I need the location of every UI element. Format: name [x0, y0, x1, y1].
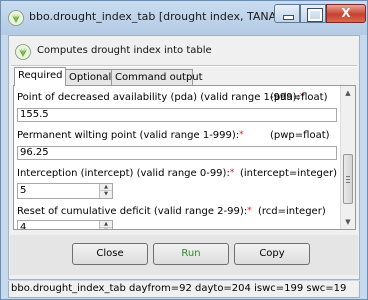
scroll-down-icon[interactable]: ▼	[341, 215, 355, 229]
grip-line	[346, 182, 350, 183]
vertical-scrollbar[interactable]: ▲ ▼	[340, 86, 355, 229]
rcd-type: (rcd=integer)	[258, 206, 326, 217]
intercept-type: (intercept=integer)	[240, 168, 337, 179]
minimize-icon	[283, 15, 294, 20]
rcd-label: Reset of cumulative deficit (valid range…	[17, 206, 252, 217]
copy-button[interactable]: Copy	[234, 243, 310, 265]
window-title: bbo.drought_index_tab [drought index, TA…	[29, 10, 287, 23]
spin-down-icon[interactable]: ▼	[99, 228, 112, 229]
pda-input[interactable]: 155.5	[17, 108, 337, 122]
maximize-icon	[308, 9, 322, 21]
button-bar: Close Run Copy	[10, 235, 358, 275]
pwp-input[interactable]: 96.25	[17, 146, 337, 160]
pda-label: Point of decreased availability (pda) (v…	[17, 92, 305, 103]
dialog-body: Computes drought index into table Requir…	[8, 35, 360, 280]
intercept-value: 5	[20, 185, 27, 196]
maximize-button[interactable]	[300, 4, 326, 23]
tab-command-output[interactable]: Command output	[111, 69, 203, 85]
module-description: Computes drought index into table	[37, 45, 212, 56]
spin-up-icon[interactable]: ▲	[99, 184, 112, 191]
status-bar: bbo.drought_index_tab dayfrom=92 dayto=2…	[8, 281, 360, 298]
scrollbar-thumb[interactable]	[343, 154, 353, 204]
tab-optional[interactable]: Optional	[65, 69, 112, 85]
pwp-label: Permanent wilting point (valid range 1-9…	[17, 130, 244, 141]
run-button[interactable]: Run	[153, 243, 229, 265]
spin-up-icon[interactable]: ▲	[99, 221, 112, 228]
grip-line	[346, 179, 350, 180]
required-mark: *	[229, 168, 235, 178]
grass-module-icon	[15, 44, 31, 60]
pwp-type: (pwp=float)	[270, 130, 330, 141]
tab-required[interactable]: Required	[14, 67, 66, 86]
app-window: bbo.drought_index_tab [drought index, TA…	[0, 0, 368, 300]
intercept-label: Interception (intercept) (valid range 0-…	[17, 168, 235, 179]
window-close-button[interactable]: X	[326, 4, 366, 23]
grass-app-icon	[8, 10, 24, 26]
rcd-value: 4	[20, 222, 27, 230]
title-bar[interactable]: bbo.drought_index_tab [drought index, TA…	[1, 1, 367, 35]
required-mark: *	[239, 130, 244, 140]
minimize-button[interactable]	[274, 4, 300, 23]
rcd-spinbox[interactable]: 4 ▲ ▼	[17, 220, 113, 230]
close-icon: X	[341, 6, 351, 20]
close-button[interactable]: Close	[72, 243, 148, 265]
pda-type: (pda=float)	[270, 92, 328, 103]
grip-line	[346, 176, 350, 177]
spin-down-icon[interactable]: ▼	[99, 191, 112, 198]
required-mark: *	[247, 206, 252, 216]
intercept-spinbox[interactable]: 5 ▲ ▼	[17, 183, 113, 199]
scroll-up-icon[interactable]: ▲	[341, 86, 355, 100]
required-options-panel: Point of decreased availability (pda) (v…	[13, 85, 356, 230]
